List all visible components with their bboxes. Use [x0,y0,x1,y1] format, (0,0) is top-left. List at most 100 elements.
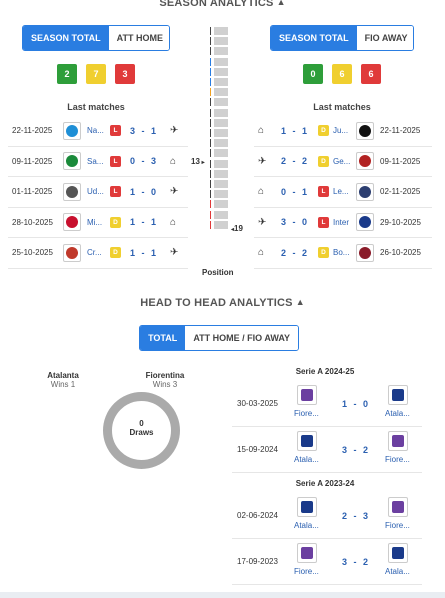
h2h-total-tab[interactable]: TOTAL [140,326,186,350]
position-marker [210,169,211,178]
position-tick [214,27,228,35]
left-match-row[interactable]: 28-10-2025 Mi... D 1 - 1 ⌂ [8,208,188,238]
position-tick [214,149,228,158]
right-season-toggle: SEASON TOTAL FIO AWAY [270,25,414,51]
opponent-name: Ju... [333,126,349,136]
team-crest-icon [356,152,374,171]
team-crest-icon [63,152,81,171]
match-date: 29-10-2025 [380,217,421,227]
position-marker [210,180,211,188]
team-crest-wrapper [63,152,81,171]
h2h-away-team: Fiorentina [145,371,185,380]
team-crest-wrapper [63,182,81,201]
away-crest-icon [388,385,408,405]
left-form-pills: 2 7 3 [57,64,135,84]
h2h-match-row[interactable]: 17-09-2023 Fiore... 3 - 2 Atala... [232,539,422,585]
position-marker [210,159,211,168]
position-marker [210,200,211,209]
right-last-matches-list: ⌂ 1 - 1 D Ju... 22-11-2025 ✈ 2 - 2 D Ge... 09-11-… [254,116,432,269]
result-badge: D [110,247,121,259]
position-marker [210,98,211,107]
left-season-toggle: SEASON TOTAL ATT HOME [22,25,170,51]
position-left-value: 13 ▸ [191,157,205,166]
home-icon: ⌂ [170,216,177,228]
h2h-draws-donut: 0 Draws [101,390,182,471]
home-team-name: Atala... [294,521,319,530]
left-att-home-tab[interactable]: ATT HOME [108,26,169,50]
draws-count: 0 [139,419,144,428]
match-score: 0 - 3 [130,156,159,167]
opponent-name: Na... [87,126,104,136]
left-match-row[interactable]: 25-10-2025 Cr... D 1 - 1 ✈ [8,238,188,269]
right-match-row[interactable]: ⌂ 1 - 1 D Ju... 22-11-2025 [254,116,432,147]
match-date: 30-03-2025 [237,399,278,408]
result-badge: D [318,125,329,137]
right-match-row[interactable]: ⌂ 0 - 1 L Le... 02-11-2025 [254,177,432,208]
match-score: 3 - 1 [130,125,159,136]
season-analytics-label: SEASON ANALYTICS [159,0,274,9]
position-tick [214,220,228,229]
home-icon: ⌂ [258,247,265,259]
result-badge: D [318,247,329,259]
h2h-match-row[interactable]: 02-06-2024 Atala... 2 - 3 Fiore... [232,493,422,539]
footer-bar [0,592,445,598]
left-season-total-tab[interactable]: SEASON TOTAL [23,26,109,50]
home-crest-icon [297,431,317,451]
home-icon: ⌂ [258,125,265,137]
away-crest-icon [388,431,408,451]
opponent-name: Cr... [87,248,102,258]
plane-icon: ✈ [170,247,179,259]
position-marker [210,108,211,117]
opponent-name: Inter [333,217,350,227]
right-match-row[interactable]: ⌂ 2 - 2 D Bo... 26-10-2025 [254,238,432,269]
position-marker [210,27,211,35]
h2h-match-row[interactable]: 15-09-2024 Atala... 3 - 2 Fiore... [232,427,422,473]
result-badge: D [318,155,329,167]
right-fio-away-tab[interactable]: FIO AWAY [356,26,413,50]
h2h-match-row[interactable]: 30-03-2025 Fiore... 1 - 0 Atala... [232,381,422,427]
right-season-total-tab[interactable]: SEASON TOTAL [271,26,357,50]
position-tick [214,118,228,127]
position-tick [214,88,228,97]
right-match-row[interactable]: ✈ 3 - 0 L Inter 29-10-2025 [254,208,432,238]
team-crest-icon [356,182,374,201]
team-crest-icon [356,121,374,140]
left-match-row[interactable]: 22-11-2025 Na... L 3 - 1 ✈ [8,116,188,147]
match-date: 28-10-2025 [12,217,53,227]
match-score: 2 - 2 [281,247,310,258]
h2h-att-home-fio-away-tab[interactable]: ATT HOME / FIO AWAY [185,326,298,350]
home-crest-icon [297,385,317,405]
position-tick [214,108,228,117]
away-team-name: Atala... [385,567,410,576]
left-match-row[interactable]: 01-11-2025 Ud... L 1 - 0 ✈ [8,177,188,208]
match-date: 09-11-2025 [12,156,53,166]
team-crest-wrapper [356,213,374,232]
match-date: 02-06-2024 [237,511,278,520]
match-date: 17-09-2023 [237,557,278,566]
position-marker [210,149,211,158]
result-badge: L [318,216,329,228]
draws-label: Draws [129,428,154,437]
position-tick [214,78,228,86]
home-team-name: Fiore... [294,567,319,576]
away-team-name: Fiore... [385,521,410,530]
h2h-away-summary: Fiorentina Wins 3 [140,371,190,389]
h2h-analytics-title[interactable]: HEAD TO HEAD ANALYTICS ▲ [0,297,445,309]
opponent-name: Bo... [333,248,350,258]
position-marker [210,139,211,148]
right-match-row[interactable]: ✈ 2 - 2 D Ge... 09-11-2025 [254,147,432,177]
h2h-home-team: Atalanta [47,371,79,380]
plane-icon: ✈ [258,155,267,167]
team-crest-wrapper [63,213,81,232]
match-score: 1 - 0 [342,399,371,409]
position-tick [214,169,228,178]
position-right-value: ◂19 [231,224,243,233]
season-analytics-title[interactable]: SEASON ANALYTICS ▲ [0,0,445,9]
left-match-row[interactable]: 09-11-2025 Sa... L 0 - 3 ⌂ [8,147,188,177]
h2h-home-wins: Wins 1 [50,380,76,389]
team-crest-wrapper [63,121,81,140]
position-tick [214,129,228,137]
position-marker [210,220,211,229]
position-marker [210,210,211,219]
match-score: 1 - 0 [130,186,159,197]
